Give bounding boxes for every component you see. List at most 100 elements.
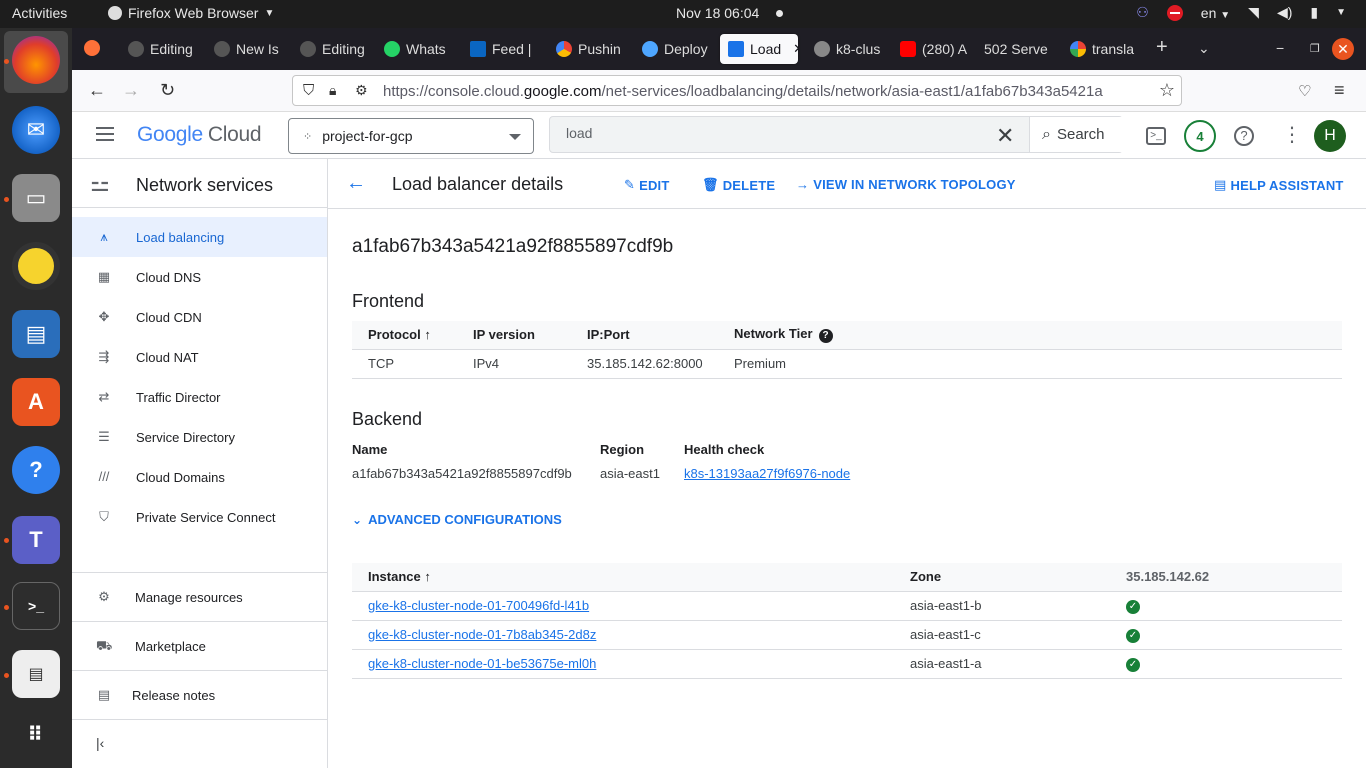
collapse-sidebar-icon[interactable]: |‹ xyxy=(96,735,104,751)
delete-button[interactable]: 🗑︎ DELETE xyxy=(702,177,775,193)
tab-label: Editing xyxy=(322,41,365,57)
sidebar-item-release-notes[interactable]: ▤ Release notes xyxy=(72,675,327,715)
sidebar-item-cloud-nat[interactable]: ⇶ Cloud NAT xyxy=(72,337,327,377)
help-dock-icon[interactable]: ? xyxy=(12,446,60,494)
sidebar-item-label: Release notes xyxy=(132,687,216,703)
backend-region-label: Region xyxy=(600,442,645,457)
sidebar-item-service-directory[interactable]: ☰ Service Directory xyxy=(72,417,327,457)
list-all-tabs-icon[interactable]: ⌄ xyxy=(1198,40,1210,57)
shield-icon[interactable]: ⛉ xyxy=(303,82,314,99)
running-indicator-icon xyxy=(4,538,9,543)
navigation-menu-icon[interactable] xyxy=(96,127,114,141)
dns-icon: ▦ xyxy=(97,269,111,284)
sidebar-item-manage-resources[interactable]: ⚙ Manage resources xyxy=(72,577,327,617)
forward-icon[interactable]: → xyxy=(122,80,140,101)
browser-tab[interactable]: Feed | xyxy=(462,34,548,64)
help-assistant-button[interactable]: ▤ HELP ASSISTANT xyxy=(1214,177,1344,193)
instance-link[interactable]: gke-k8-cluster-node-01-700496fd-l41b xyxy=(368,598,589,613)
sidebar-item-cloud-domains[interactable]: /// Cloud Domains xyxy=(72,457,327,497)
new-tab-icon[interactable]: + xyxy=(1156,36,1168,59)
lock-icon[interactable]: 🔒︎ xyxy=(329,82,336,99)
browser-tab[interactable]: (280) A xyxy=(892,34,978,64)
browser-tab[interactable]: New Is xyxy=(206,34,292,64)
close-tab-icon[interactable]: ✕ xyxy=(793,41,798,57)
instance-link[interactable]: gke-k8-cluster-node-01-be53675e-ml0h xyxy=(368,656,596,671)
sidebar-item-load-balancing[interactable]: ⩚ Load balancing xyxy=(72,217,327,257)
instance-link[interactable]: gke-k8-cluster-node-01-7b8ab345-2d8z xyxy=(368,627,596,642)
clock[interactable]: Nov 18 06:04 xyxy=(676,5,759,21)
search-bar[interactable]: ✕ ⌕ Search xyxy=(549,116,1123,153)
wifi-icon[interactable]: ◥ xyxy=(1248,4,1259,21)
pocket-icon[interactable]: ♡ xyxy=(1298,82,1311,100)
files-dock-icon[interactable]: ▭ xyxy=(12,174,60,222)
browser-tab[interactable]: Whats xyxy=(376,34,462,64)
sidebar-item-cloud-dns[interactable]: ▦ Cloud DNS xyxy=(72,257,327,297)
address-bar[interactable]: ⛉ 🔒︎ ⚙ https://console.cloud.google.com/… xyxy=(292,75,1182,106)
help-icon[interactable]: ? xyxy=(818,329,833,344)
volume-icon[interactable]: ◀) xyxy=(1277,4,1292,21)
browser-tab[interactable]: Editing xyxy=(120,34,206,64)
rhythmbox-dock-icon[interactable] xyxy=(12,242,60,290)
app-menu[interactable]: Firefox Web Browser ▼ xyxy=(108,5,274,21)
bookmark-star-icon[interactable]: ☆ xyxy=(1159,80,1175,101)
system-tray[interactable]: ⚇ en ▼ ◥ ◀) ▮ ▼ xyxy=(1136,4,1346,21)
browser-tab[interactable]: Pushin xyxy=(548,34,634,64)
url-text[interactable]: https://console.cloud.google.com/net-ser… xyxy=(383,83,1153,100)
app-menu-icon[interactable]: ≡ xyxy=(1334,80,1345,101)
firefox-dock-icon[interactable] xyxy=(12,36,60,84)
teams-tray-icon[interactable]: ⚇ xyxy=(1136,4,1149,21)
back-arrow-icon[interactable]: ← xyxy=(346,172,366,195)
browser-tab[interactable]: Deploy xyxy=(634,34,720,64)
cell-zone: asia-east1-b xyxy=(894,591,1110,621)
firefox-view-icon[interactable] xyxy=(84,40,100,56)
gcp-icon xyxy=(556,41,572,57)
browser-tab-active[interactable]: Load ✕ xyxy=(720,34,798,64)
search-input[interactable] xyxy=(566,125,966,141)
health-check-link[interactable]: k8s-13193aa27f9f6976-node xyxy=(684,466,850,481)
col-protocol[interactable]: Protocol ↑ xyxy=(352,321,457,350)
search-icon: ⌕ xyxy=(1042,125,1051,143)
firefox-icon xyxy=(108,6,122,20)
software-dock-icon[interactable]: A xyxy=(12,378,60,426)
document-viewer-dock-icon[interactable]: ▤ xyxy=(12,650,60,698)
language-indicator[interactable]: en ▼ xyxy=(1201,5,1230,21)
minimize-window-icon[interactable]: − xyxy=(1276,40,1284,56)
sidebar-item-marketplace[interactable]: ⛟ Marketplace xyxy=(72,626,327,666)
do-not-disturb-icon[interactable] xyxy=(1166,4,1183,21)
sidebar-item-private-service-connect[interactable]: ⛉ Private Service Connect xyxy=(72,497,327,537)
terminal-dock-icon[interactable]: >_ xyxy=(12,582,60,630)
tab-label: Whats xyxy=(406,41,446,57)
show-applications-icon[interactable]: ⠿ xyxy=(12,710,60,758)
browser-tab[interactable]: 502 Serve xyxy=(976,34,1062,64)
help-icon[interactable]: ? xyxy=(1234,126,1254,146)
more-options-icon[interactable]: ⋮ xyxy=(1282,122,1302,147)
caret-down-icon[interactable]: ▼ xyxy=(1336,7,1346,18)
advanced-configurations-toggle[interactable]: ⌄ ADVANCED CONFIGURATIONS xyxy=(352,512,562,527)
avatar[interactable]: H xyxy=(1314,120,1346,152)
thunderbird-dock-icon[interactable]: ✉ xyxy=(12,106,60,154)
maximize-window-icon[interactable]: ❐ xyxy=(1310,42,1320,55)
notifications-badge[interactable]: 4 xyxy=(1184,120,1216,152)
cloud-shell-icon[interactable]: >_ xyxy=(1146,127,1166,145)
writer-dock-icon[interactable]: ▤ xyxy=(12,310,60,358)
col-zone: Zone xyxy=(894,563,1110,592)
col-instance[interactable]: Instance ↑ xyxy=(352,563,894,592)
close-window-icon[interactable]: ✕ xyxy=(1332,38,1354,60)
project-picker[interactable]: ⁘ project-for-gcp xyxy=(288,118,534,154)
search-button[interactable]: ⌕ Search xyxy=(1029,117,1123,152)
teams-dock-icon[interactable]: T xyxy=(12,516,60,564)
browser-tab[interactable]: Editing xyxy=(292,34,378,64)
sidebar-item-traffic-director[interactable]: ⇄ Traffic Director xyxy=(72,377,327,417)
sidebar-item-cloud-cdn[interactable]: ✥ Cloud CDN xyxy=(72,297,327,337)
clear-search-icon[interactable]: ✕ xyxy=(996,123,1014,149)
view-topology-button[interactable]: → VIEW IN NETWORK TOPOLOGY xyxy=(796,177,1016,192)
edit-button[interactable]: ✎ EDIT xyxy=(624,177,670,193)
reload-icon[interactable]: ↻ xyxy=(160,80,175,101)
browser-tab[interactable]: k8-clus xyxy=(806,34,892,64)
google-cloud-logo[interactable]: Google Cloud xyxy=(137,123,262,147)
back-icon[interactable]: ← xyxy=(88,80,106,101)
permissions-icon[interactable]: ⚙ xyxy=(355,82,368,99)
activities-button[interactable]: Activities xyxy=(12,5,67,21)
battery-icon[interactable]: ▮ xyxy=(1310,4,1318,21)
browser-tab[interactable]: transla xyxy=(1062,34,1148,64)
